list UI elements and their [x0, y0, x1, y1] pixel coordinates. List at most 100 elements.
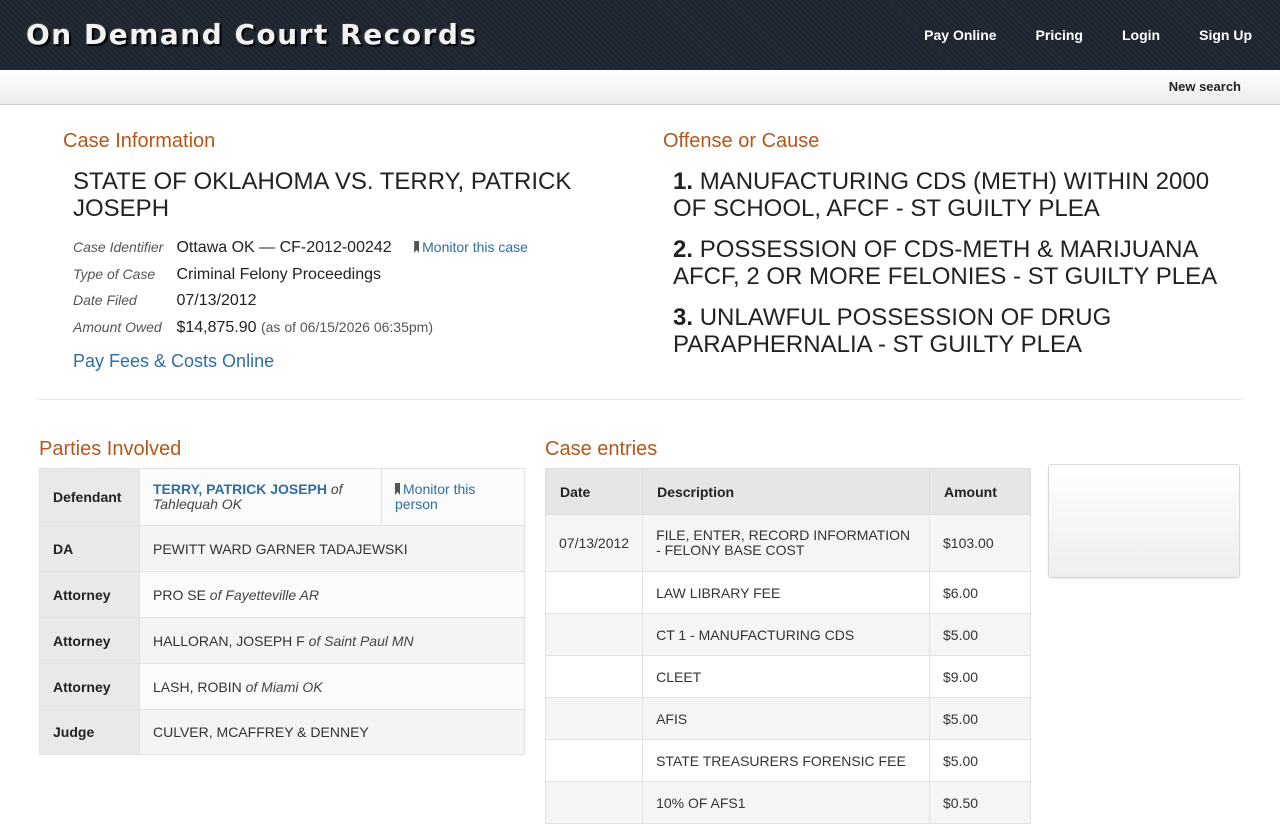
offense-number: 2.: [673, 236, 694, 263]
monitor-case-label: Monitor this case: [422, 239, 528, 255]
party-location: of Saint Paul MN: [308, 632, 414, 649]
table-row: Attorney HALLORAN, JOSEPH F of Saint Pau…: [39, 617, 525, 664]
date-filed-value: 07/13/2012: [176, 292, 257, 309]
entry-description: CLEET: [642, 655, 930, 698]
column-header-date: Date: [544, 468, 644, 515]
case-type-value: Criminal Felony Proceedings: [176, 266, 381, 283]
case-type-label: Type of Case: [73, 266, 156, 282]
party-name-cell: PRO SE of Fayetteville AR: [139, 571, 525, 618]
case-identifier-row: Case Identifier Ottawa OK — CF-2012-0024…: [73, 239, 528, 257]
case-identifier-label: Case Identifier: [73, 239, 164, 255]
entry-amount: $9.00: [929, 655, 1031, 698]
site-logo[interactable]: On Demand Court Records: [26, 18, 478, 51]
entry-date: [544, 697, 644, 740]
offense-number: 3.: [673, 304, 694, 331]
date-filed-label: Date Filed: [73, 292, 137, 308]
entry-date: 07/13/2012: [544, 514, 644, 572]
table-row: DA PEWITT WARD GARNER TADAJEWSKI: [39, 525, 525, 572]
new-search-link[interactable]: New search: [1169, 79, 1241, 94]
nav-sign-up[interactable]: Sign Up: [1199, 27, 1252, 43]
case-title: STATE OF OKLAHOMA VS. TERRY, PATRICK JOS…: [73, 168, 572, 222]
nav-login[interactable]: Login: [1122, 27, 1160, 43]
monitor-person-cell: Monitor this person: [381, 468, 525, 526]
entry-date: [544, 739, 644, 782]
top-navbar: On Demand Court Records Pay Online Prici…: [0, 0, 1280, 70]
entry-description: FILE, ENTER, RECORD INFORMATION - FELONY…: [642, 514, 930, 572]
table-row: Judge CULVER, MCAFFREY & DENNEY: [39, 709, 525, 755]
offense-item: 3. UNLAWFUL POSSESSION OF DRUG PARAPHERN…: [673, 304, 1233, 358]
case-entries-table: Date Description Amount 07/13/2012 FILE,…: [544, 468, 1031, 824]
entry-date: [544, 781, 644, 824]
parties-table: Defendant TERRY, PATRICK JOSEPH of Tahle…: [39, 468, 525, 755]
case-identifier-value: Ottawa OK — CF-2012-00242: [176, 239, 392, 256]
party-name-cell: LASH, ROBIN of Miami OK: [139, 663, 525, 710]
table-row: CT 1 - MANUFACTURING CDS $5.00: [544, 613, 1031, 656]
offense-heading: Offense or Cause: [663, 130, 820, 152]
party-name: PEWITT WARD GARNER TADAJEWSKI: [153, 540, 408, 557]
offense-number: 1.: [673, 168, 694, 195]
entry-amount: $0.50: [929, 781, 1031, 824]
amount-owed-asof: (as of 06/15/2026 06:35pm): [260, 319, 433, 335]
table-header-row: Date Description Amount: [544, 468, 1031, 515]
entry-description: AFIS: [642, 697, 930, 740]
defendant-location: Tahlequah OK: [153, 496, 242, 512]
party-location: of Fayetteville AR: [209, 586, 319, 603]
parties-heading: Parties Involved: [39, 438, 182, 460]
party-location: of Miami OK: [245, 678, 323, 695]
table-row: 07/13/2012 FILE, ENTER, RECORD INFORMATI…: [544, 514, 1031, 572]
date-filed-row: Date Filed 07/13/2012: [73, 292, 257, 310]
table-row: STATE TREASURERS FORENSIC FEE $5.00: [544, 739, 1031, 782]
party-name-cell: CULVER, MCAFFREY & DENNEY: [139, 709, 525, 755]
amount-owed-row: Amount Owed $14,875.90 (as of 06/15/2026…: [73, 319, 433, 337]
sub-toolbar: New search: [0, 70, 1280, 105]
pay-fees-link[interactable]: Pay Fees & Costs Online: [73, 351, 274, 372]
entry-description: 10% OF AFS1: [642, 781, 930, 824]
party-role: Attorney: [39, 571, 140, 618]
party-name-cell: TERRY, PATRICK JOSEPH of Tahlequah OK: [139, 468, 382, 526]
offense-text: MANUFACTURING CDS (METH) WITHIN 2000 OF …: [673, 168, 1210, 222]
entry-date: [544, 655, 644, 698]
party-role: Attorney: [39, 617, 140, 664]
party-role: DA: [39, 525, 140, 572]
party-name: CULVER, MCAFFREY & DENNEY: [153, 724, 369, 740]
case-type-row: Type of Case Criminal Felony Proceedings: [73, 266, 381, 284]
table-row: Defendant TERRY, PATRICK JOSEPH of Tahle…: [39, 468, 525, 526]
table-row: CLEET $9.00: [544, 655, 1031, 698]
party-name: HALLORAN, JOSEPH F: [153, 632, 305, 649]
column-header-description: Description: [642, 468, 930, 515]
bookmark-icon: [414, 241, 420, 253]
amount-owed-value: $14,875.90: [176, 319, 257, 336]
party-role: Defendant: [39, 468, 140, 526]
party-role: Judge: [39, 709, 140, 755]
nav-pricing[interactable]: Pricing: [1036, 27, 1083, 43]
entry-description: STATE TREASURERS FORENSIC FEE: [642, 739, 930, 782]
entry-amount: $5.00: [929, 613, 1031, 656]
offense-text: POSSESSION OF CDS-METH & MARIJUANA AFCF,…: [673, 236, 1218, 290]
entry-date: [544, 571, 644, 614]
column-header-amount: Amount: [929, 468, 1031, 515]
entry-amount: $6.00: [929, 571, 1031, 614]
offense-item: 2. POSSESSION OF CDS-METH & MARIJUANA AF…: [673, 236, 1233, 290]
table-row: Attorney PRO SE of Fayetteville AR: [39, 571, 525, 618]
defendant-of: of: [330, 481, 343, 497]
offense-item: 1. MANUFACTURING CDS (METH) WITHIN 2000 …: [673, 168, 1233, 222]
defendant-name-link[interactable]: TERRY, PATRICK JOSEPH: [153, 481, 327, 497]
case-entries-heading: Case entries: [545, 438, 658, 460]
monitor-person-label: Monitor this person: [395, 481, 476, 512]
bookmark-icon: [395, 483, 400, 495]
party-name-cell: PEWITT WARD GARNER TADAJEWSKI: [139, 525, 525, 572]
monitor-person-link[interactable]: Monitor this person: [395, 481, 475, 512]
offense-list: 1. MANUFACTURING CDS (METH) WITHIN 2000 …: [673, 168, 1233, 372]
top-nav: Pay Online Pricing Login Sign Up: [885, 27, 1252, 43]
party-name: PRO SE: [153, 586, 206, 603]
monitor-case-link[interactable]: Monitor this case: [414, 239, 528, 255]
table-row: 10% OF AFS1 $0.50: [544, 781, 1031, 824]
table-row: AFIS $5.00: [544, 697, 1031, 740]
nav-pay-online[interactable]: Pay Online: [924, 27, 996, 43]
entry-amount: $5.00: [929, 697, 1031, 740]
entry-amount: $103.00: [929, 514, 1031, 572]
amount-owed-label: Amount Owed: [73, 319, 162, 335]
side-panel-box: [1048, 464, 1240, 578]
offense-text: UNLAWFUL POSSESSION OF DRUG PARAPHERNALI…: [673, 304, 1112, 358]
entry-amount: $5.00: [929, 739, 1031, 782]
